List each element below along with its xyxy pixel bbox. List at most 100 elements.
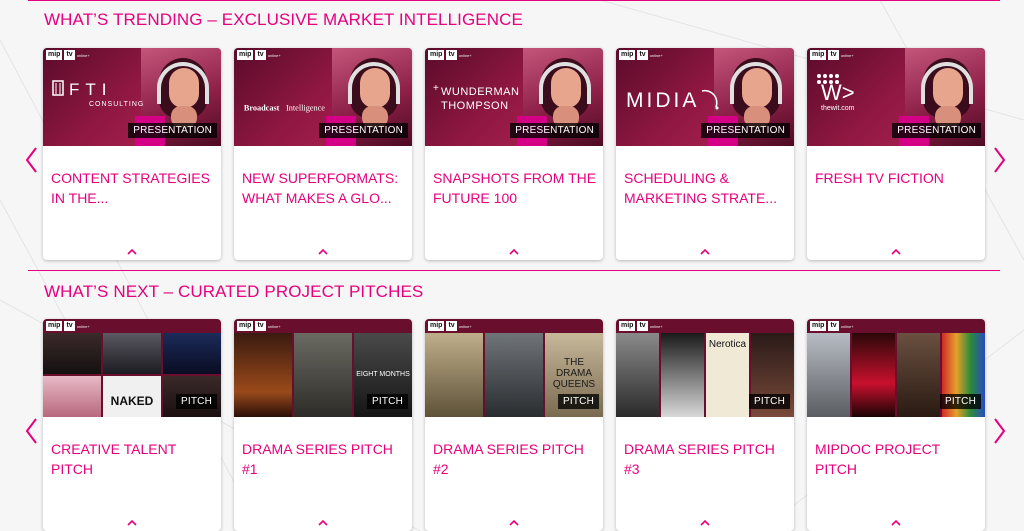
pitch-card[interactable]: mip tv online+ THE DRAMA QUEENS PITCH DRAM… xyxy=(425,319,603,531)
broadcast-intelligence-logo: Broadcast Intelligence xyxy=(242,88,352,128)
chevron-up-icon xyxy=(509,248,519,255)
card-title: DRAMA SERIES PITCH #3 xyxy=(624,441,775,477)
tile-caption: THE DRAMA QUEENS xyxy=(552,357,596,390)
svg-text:+: + xyxy=(433,83,439,94)
card-title: NEW SUPERFORMATS: WHAT MAKES A GLO... xyxy=(242,170,399,206)
presentation-badge: PRESENTATION xyxy=(701,123,790,138)
trending-card[interactable]: mip tv online+ Broadcast Intelligence PRES… xyxy=(234,48,412,260)
chevron-up-icon xyxy=(700,248,710,255)
tile-caption: NAKED xyxy=(110,394,154,408)
expand-button[interactable] xyxy=(698,517,712,527)
svg-text:THOMPSON: THOMPSON xyxy=(441,100,509,112)
presentation-badge: PRESENTATION xyxy=(319,123,408,138)
card-title: FRESH TV FICTION xyxy=(815,170,944,186)
expand-button[interactable] xyxy=(698,246,712,256)
fti-consulting-logo: FTI CONSULTING xyxy=(51,74,161,114)
mip-tv-logo: mip tv online+ xyxy=(237,321,281,331)
pitch-badge: PITCH xyxy=(749,394,790,409)
mip-tv-logo: mip tv online+ xyxy=(428,321,472,331)
expand-button[interactable] xyxy=(889,517,903,527)
chevron-up-icon xyxy=(127,248,137,255)
svg-text:FTI: FTI xyxy=(69,80,113,99)
trending-card[interactable]: mip tv online+ MIDIA PRESENTATION SCHEDULI… xyxy=(616,48,794,260)
tile-caption: EIGHT MONTHS xyxy=(356,371,410,378)
svg-text:Broadcast: Broadcast xyxy=(244,104,280,113)
top-divider xyxy=(28,0,1000,1)
chevron-up-icon xyxy=(700,519,710,526)
chevron-up-icon xyxy=(891,519,901,526)
pitch-badge: PITCH xyxy=(367,394,408,409)
chevron-up-icon xyxy=(318,248,328,255)
svg-text:thewit.com: thewit.com xyxy=(821,105,855,112)
chevron-up-icon xyxy=(509,519,519,526)
svg-text:Intelligence: Intelligence xyxy=(286,104,325,113)
pitches-carousel: mip tv online+ NAKED PITCH CREATIVE TALENT… xyxy=(43,319,985,531)
card-thumbnail: mip tv online+ + WUNDERMAN THOMPSON PRESEN… xyxy=(425,48,603,146)
card-thumbnail: mip tv online+ Broadcast Intelligence PRES… xyxy=(234,48,412,146)
trending-card[interactable]: mip tv online+ + WUNDERMAN THOMPSON PRESEN… xyxy=(425,48,603,260)
card-title: MIPDOC PROJECT PITCH xyxy=(815,441,940,477)
pitch-card[interactable]: mip tv online+ Nerotica PITCH DRAMA SERIES… xyxy=(616,319,794,531)
expand-button[interactable] xyxy=(316,517,330,527)
chevron-up-icon xyxy=(318,519,328,526)
expand-button[interactable] xyxy=(507,517,521,527)
card-thumbnail: mip tv online+ Nerotica PITCH xyxy=(616,319,794,417)
chevron-right-icon xyxy=(994,147,1006,173)
card-thumbnail: mip tv online+ W> thewit.com PRESENTATION xyxy=(807,48,985,146)
expand-button[interactable] xyxy=(125,517,139,527)
card-thumbnail: mip tv online+ MIDIA PRESENTATION xyxy=(616,48,794,146)
presentation-badge: PRESENTATION xyxy=(510,123,599,138)
trending-card[interactable]: mip tv online+ W> thewit.com PRESENTATION … xyxy=(807,48,985,260)
pitch-badge: PITCH xyxy=(940,394,981,409)
card-thumbnail: mip tv online+ THE DRAMA QUEENS PITCH xyxy=(425,319,603,417)
pitch-card[interactable]: mip tv online+ PITCH MIPDOC PROJECT PITCH xyxy=(807,319,985,531)
trending-carousel: mip tv online+ FTI CONSULTING PRESENTATION… xyxy=(43,48,985,260)
card-thumbnail: mip tv online+ EIGHT MONTHS PITCH xyxy=(234,319,412,417)
card-title: DRAMA SERIES PITCH #2 xyxy=(433,441,584,477)
presentation-badge: PRESENTATION xyxy=(128,123,217,138)
expand-button[interactable] xyxy=(125,246,139,256)
mip-tv-logo: mip tv online+ xyxy=(810,50,854,60)
chevron-up-icon xyxy=(891,248,901,255)
carousel-next-button-trending[interactable] xyxy=(991,145,1009,175)
carousel-prev-button-trending[interactable] xyxy=(22,145,40,175)
svg-text:CONSULTING: CONSULTING xyxy=(89,101,144,108)
card-thumbnail: mip tv online+ PITCH xyxy=(807,319,985,417)
mip-tv-logo: mip tv online+ xyxy=(46,321,90,331)
mip-tv-logo: mip tv online+ xyxy=(46,50,90,60)
chevron-right-icon xyxy=(994,418,1006,444)
expand-button[interactable] xyxy=(889,246,903,256)
carousel-prev-button-next[interactable] xyxy=(22,416,40,446)
pitch-card[interactable]: mip tv online+ NAKED PITCH CREATIVE TALENT… xyxy=(43,319,221,531)
thewit-logo: W> thewit.com xyxy=(815,72,925,112)
card-title: CREATIVE TALENT PITCH xyxy=(51,441,176,477)
mip-tv-logo: mip tv online+ xyxy=(810,321,854,331)
section-divider xyxy=(28,270,1000,271)
midia-logo: MIDIA xyxy=(624,80,734,120)
section-title-trending: WHAT’S TRENDING – EXCLUSIVE MARKET INTEL… xyxy=(44,10,523,29)
trending-card[interactable]: mip tv online+ FTI CONSULTING PRESENTATION… xyxy=(43,48,221,260)
card-title: SCHEDULING & MARKETING STRATE... xyxy=(624,170,777,206)
svg-text:WUNDERMAN: WUNDERMAN xyxy=(441,86,519,98)
chevron-left-icon xyxy=(25,418,37,444)
card-thumbnail: mip tv online+ NAKED PITCH xyxy=(43,319,221,417)
chevron-up-icon xyxy=(127,519,137,526)
card-thumbnail: mip tv online+ FTI CONSULTING PRESENTATION xyxy=(43,48,221,146)
chevron-left-icon xyxy=(25,147,37,173)
presentation-badge: PRESENTATION xyxy=(892,123,981,138)
svg-text:W>: W> xyxy=(821,80,855,105)
card-title: DRAMA SERIES PITCH #1 xyxy=(242,441,393,477)
mip-tv-logo: mip tv online+ xyxy=(237,50,281,60)
carousel-next-button-next[interactable] xyxy=(991,416,1009,446)
expand-button[interactable] xyxy=(507,246,521,256)
section-title-next: WHAT’S NEXT – CURATED PROJECT PITCHES xyxy=(44,282,424,301)
card-title: CONTENT STRATEGIES IN THE... xyxy=(51,170,210,206)
card-title: SNAPSHOTS FROM THE FUTURE 100 xyxy=(433,170,597,206)
tile-caption: Nerotica xyxy=(708,339,747,350)
mip-tv-logo: mip tv online+ xyxy=(619,50,663,60)
pitch-badge: PITCH xyxy=(558,394,599,409)
pitch-card[interactable]: mip tv online+ EIGHT MONTHS PITCH DRAMA SE… xyxy=(234,319,412,531)
svg-text:MIDIA: MIDIA xyxy=(626,89,699,112)
mip-tv-logo: mip tv online+ xyxy=(619,321,663,331)
expand-button[interactable] xyxy=(316,246,330,256)
